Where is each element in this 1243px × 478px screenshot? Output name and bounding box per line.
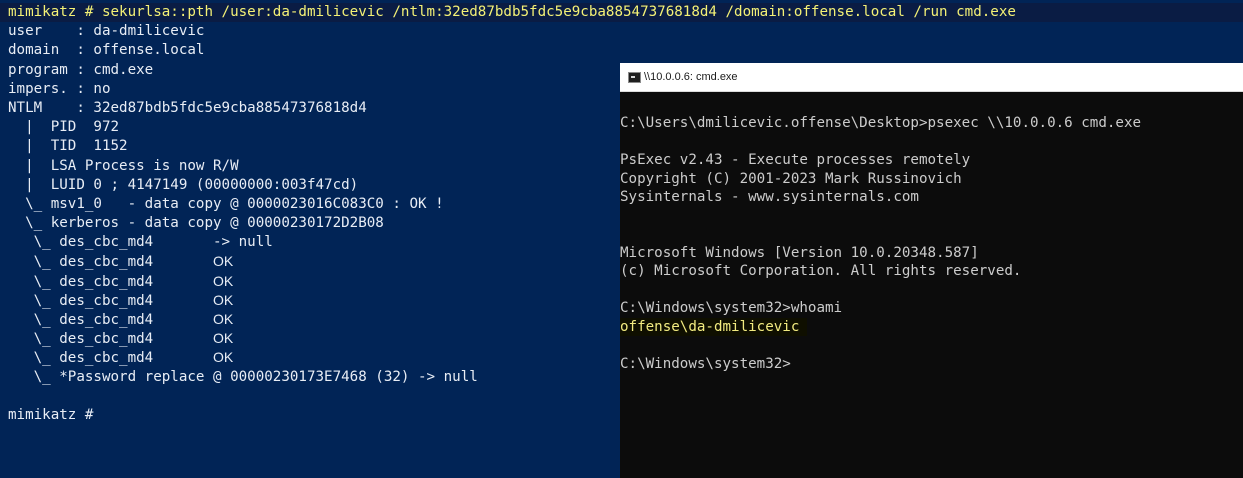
- ok-status: OK: [213, 253, 234, 270]
- cmd-output: C:\Users\dmilicevic.offense\Desktop>psex…: [620, 114, 1243, 373]
- console-icon: [628, 72, 641, 83]
- ok-status: OK: [213, 349, 234, 366]
- line-text: \_ des_cbc_md4: [8, 254, 213, 271]
- cmd-line: C:\Windows\system32>whoami: [620, 300, 843, 316]
- line-text: \_ des_cbc_md4: [8, 331, 213, 348]
- ok-status: OK: [213, 330, 234, 347]
- cmd-line: (c) Microsoft Corporation. All rights re…: [620, 263, 1022, 279]
- cmd-prompt: C:\Windows\system32>: [620, 355, 791, 372]
- ok-status: OK: [213, 272, 234, 289]
- cmd-line: Sysinternals - www.sysinternals.com: [620, 189, 919, 205]
- cmd-line: PsExec v2.43 - Execute processes remotel…: [620, 152, 971, 168]
- cmd-line: [620, 225, 1243, 244]
- cmd-line: [620, 281, 1243, 300]
- ok-status: OK: [213, 291, 234, 308]
- cmd-line: Copyright (C) 2001-2023 Mark Russinovich: [620, 170, 962, 187]
- ok-status: OK: [213, 311, 234, 327]
- cmd-titlebar[interactable]: \\10.0.0.6: cmd.exe: [620, 63, 1243, 92]
- cmd-line: [620, 336, 1243, 355]
- line-text: \_ des_cbc_md4: [8, 292, 213, 309]
- output-line: user : da-dmilicevic: [8, 23, 205, 40]
- output-line: domain : offense.local: [8, 42, 205, 59]
- cmd-line: C:\Users\dmilicevic.offense\Desktop>psex…: [620, 115, 1142, 131]
- cmd-window[interactable]: \\10.0.0.6: cmd.exe C:\Users\dmilicevic.…: [620, 63, 1243, 478]
- line-text: \_ des_cbc_md4: [8, 350, 213, 367]
- cmd-window-title: \\10.0.0.6: cmd.exe: [644, 71, 738, 83]
- cmd-line: [620, 133, 1243, 152]
- line-text: \_ des_cbc_md4: [8, 312, 213, 328]
- line-text: \_ des_cbc_md4: [8, 273, 213, 290]
- whoami-result: offense\da-dmilicevic: [620, 317, 808, 336]
- mimikatz-command-line: mimikatz # sekurlsa::pth /user:da-dmilic…: [0, 3, 1243, 23]
- cmd-line: [620, 207, 1243, 226]
- cmd-line-wrap: offense\da-dmilicevic: [620, 317, 1243, 336]
- cmd-line: Microsoft Windows [Version 10.0.20348.58…: [620, 244, 979, 261]
